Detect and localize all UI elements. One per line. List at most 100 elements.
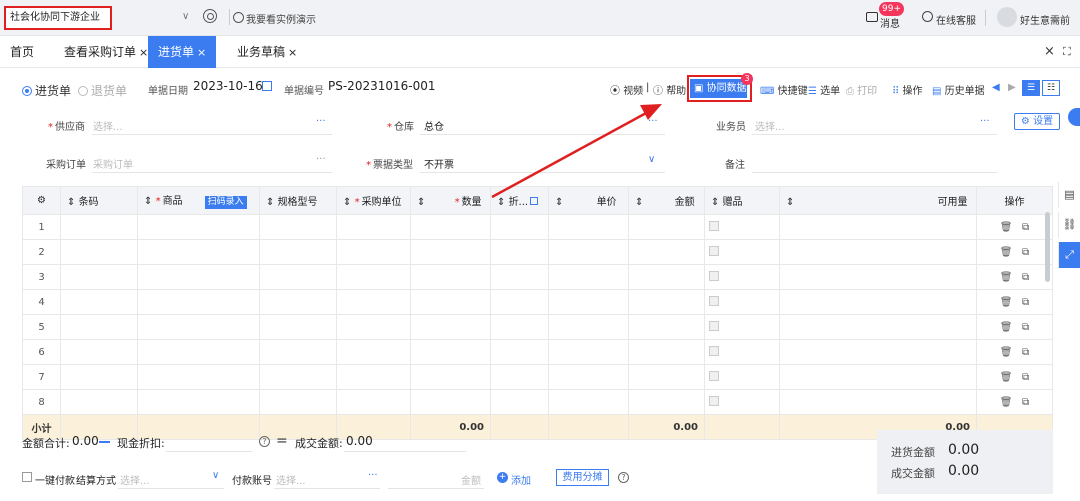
gift-checkbox[interactable] [709, 395, 719, 406]
copy-icon[interactable]: ⧉ [1022, 322, 1029, 333]
supplier-input[interactable]: 选择... [93, 118, 123, 133]
warehouse-more-icon[interactable]: ··· [648, 116, 658, 127]
copy-icon[interactable]: ⧉ [1022, 372, 1029, 383]
table-cell[interactable] [60, 239, 138, 265]
table-cell[interactable] [628, 264, 705, 290]
shortcut-button[interactable]: ⌨ 快捷键 [760, 82, 808, 97]
gift-checkbox[interactable] [709, 320, 719, 331]
select-order-button[interactable]: ☰ 选单 [808, 82, 840, 97]
online-service-link[interactable]: 在线客服 [936, 12, 976, 27]
tab-view-purchase-order[interactable]: 查看采购订单 × [64, 36, 148, 68]
table-cell[interactable] [490, 364, 549, 390]
help-icon[interactable]: ? [618, 472, 629, 483]
col-qty[interactable]: ⇕ * 数量 [410, 186, 491, 215]
table-cell[interactable] [137, 214, 260, 240]
table-cell[interactable] [548, 264, 629, 290]
radio-return-receipt[interactable]: 退货单 [78, 82, 127, 99]
table-cell[interactable] [336, 314, 411, 340]
radio-purchase-receipt[interactable]: 进货单 [22, 82, 71, 99]
trash-icon[interactable]: 🗑 [1000, 247, 1013, 258]
salesman-more-icon[interactable]: ··· [980, 116, 990, 127]
table-cell[interactable] [60, 214, 138, 240]
table-cell[interactable] [336, 264, 411, 290]
col-amount[interactable]: ⇕ 金额 [628, 186, 705, 215]
table-cell[interactable] [259, 214, 337, 240]
table-cell[interactable] [410, 214, 491, 240]
gift-checkbox[interactable] [709, 245, 719, 256]
prev-icon[interactable]: ◀ [992, 82, 1000, 93]
close-icon[interactable]: × [139, 46, 148, 59]
table-cell[interactable] [410, 264, 491, 290]
table-cell[interactable] [548, 314, 629, 340]
table-cell[interactable] [137, 264, 260, 290]
pay-account-input[interactable]: 选择... [276, 472, 306, 487]
view-list-icon[interactable]: ☰ [1022, 80, 1040, 96]
gift-cell[interactable] [704, 214, 780, 240]
table-cell[interactable] [490, 239, 549, 265]
help-icon[interactable]: ? [259, 436, 270, 447]
trash-icon[interactable]: 🗑 [1000, 372, 1013, 383]
table-cell[interactable] [628, 239, 705, 265]
table-row[interactable]: 7 🗑 ⧉ [22, 364, 1053, 390]
table-cell[interactable] [137, 239, 260, 265]
col-gift[interactable]: ⇕ 赠品 [704, 186, 780, 215]
table-cell[interactable] [548, 364, 629, 390]
message-icon[interactable] [866, 12, 878, 22]
avatar[interactable] [997, 7, 1017, 27]
col-discount[interactable]: ⇕ 折... [490, 186, 549, 215]
table-cell[interactable] [259, 364, 337, 390]
table-cell[interactable] [137, 314, 260, 340]
demo-link[interactable]: 我要看实例演示 [246, 11, 316, 26]
collab-data-button[interactable]: ▣ 协同数据 [690, 79, 747, 98]
copy-icon[interactable]: ⧉ [1022, 347, 1029, 358]
table-cell[interactable] [410, 239, 491, 265]
table-row[interactable]: 1 🗑 ⧉ [22, 214, 1053, 240]
remark-input[interactable] [752, 172, 997, 173]
add-payment-link[interactable]: 添加 [511, 472, 531, 487]
table-cell[interactable] [548, 239, 629, 265]
table-cell[interactable] [137, 389, 260, 415]
col-spec[interactable]: ⇕ 规格型号 [259, 186, 337, 215]
gift-cell[interactable] [704, 239, 780, 265]
chevron-down-icon[interactable]: ∨ [648, 154, 655, 165]
notes-icon[interactable]: ▤ [1058, 182, 1080, 208]
cash-discount-input[interactable] [166, 451, 252, 452]
table-cell[interactable] [60, 339, 138, 365]
print-button[interactable]: ⎙ 打印 [846, 82, 877, 97]
table-cell[interactable] [137, 289, 260, 315]
headset-icon[interactable] [922, 11, 933, 22]
gift-checkbox[interactable] [709, 270, 719, 281]
table-cell[interactable] [490, 314, 549, 340]
table-cell[interactable] [336, 389, 411, 415]
trash-icon[interactable]: 🗑 [1000, 222, 1013, 233]
table-cell[interactable] [628, 339, 705, 365]
col-price[interactable]: ⇕ 单价 [548, 186, 629, 215]
table-cell[interactable] [548, 289, 629, 315]
table-cell[interactable] [336, 239, 411, 265]
table-cell[interactable] [548, 339, 629, 365]
assistant-icon[interactable] [1068, 108, 1080, 126]
onekey-pay-checkbox[interactable] [22, 472, 32, 482]
tab-home[interactable]: 首页 [10, 36, 34, 68]
gift-cell[interactable] [704, 364, 780, 390]
table-cell[interactable] [259, 389, 337, 415]
trash-icon[interactable]: 🗑 [1000, 297, 1013, 308]
chevron-down-icon[interactable]: ∨ [182, 11, 189, 22]
gift-cell[interactable] [704, 289, 780, 315]
table-cell[interactable] [137, 339, 260, 365]
table-cell[interactable] [548, 214, 629, 240]
gear-icon[interactable] [203, 9, 217, 23]
table-cell[interactable] [490, 389, 549, 415]
close-icon[interactable]: × [288, 46, 297, 59]
trash-icon[interactable]: 🗑 [1000, 347, 1013, 358]
calendar-icon[interactable] [262, 81, 272, 91]
table-cell[interactable] [259, 289, 337, 315]
table-row[interactable]: 3 🗑 ⧉ [22, 264, 1053, 290]
link-icon[interactable]: ⛓ [1058, 212, 1080, 238]
gift-checkbox[interactable] [709, 345, 719, 356]
table-cell[interactable] [336, 364, 411, 390]
salesman-input[interactable]: 选择... [755, 118, 785, 133]
table-cell[interactable] [548, 389, 629, 415]
col-available[interactable]: ⇕ 可用量 [779, 186, 977, 215]
po-more-icon[interactable]: ··· [316, 154, 326, 165]
